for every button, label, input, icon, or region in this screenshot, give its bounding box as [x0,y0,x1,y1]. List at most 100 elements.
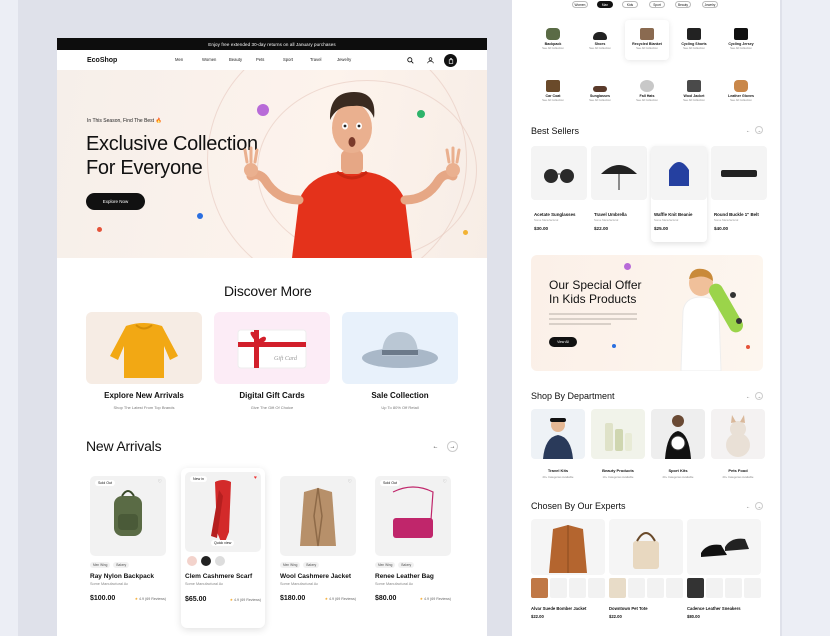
department-name: Sport Kits [668,468,688,473]
department-image [711,409,765,459]
thumbnail[interactable] [725,578,742,598]
product-card[interactable]: ♡ Men Wing Bakery Wool Cashmere Jacket So… [276,472,360,632]
thumbnail[interactable] [609,578,626,598]
category-tile[interactable]: Car Coat See All Collection [531,72,575,112]
product-card[interactable]: Sold Out ♡ Men Wing Bakery Renee Leather … [371,472,455,632]
department-card[interactable]: Travel Kits 20+ Categories Available [531,409,585,485]
thumbnail[interactable] [628,578,645,598]
category-tile[interactable]: Cycling Jersey See All Collection [719,20,763,60]
category-tile[interactable]: Wool Jacket See All Collection [672,72,716,112]
department-card[interactable]: Beauty Products 10+ Categories Available [591,409,645,485]
next-arrow-icon[interactable]: → [755,126,763,134]
color-swatch[interactable] [187,556,197,566]
user-icon[interactable] [424,55,436,67]
product-image: ♡ [280,476,356,556]
color-swatches [187,556,225,566]
cart-icon[interactable] [444,54,457,67]
filter-pill-jewelry[interactable]: Jewelry [702,1,718,8]
filter-pill-kids[interactable]: Kids [622,1,638,8]
next-arrow-icon[interactable]: → [447,441,458,452]
view-all-button[interactable]: View All [549,337,577,347]
category-link: See All Collection [730,98,752,102]
sale-collection-card[interactable] [342,312,458,384]
category-tile[interactable]: Leather Gloves See All Collection [719,72,763,112]
decor-dot [612,344,616,348]
category-tile[interactable]: Shoes See All Collection [578,20,622,60]
best-seller-card[interactable]: Round Buckle 1" Belt Some Manufactural $… [711,146,767,238]
category-tile[interactable]: Backpack See All Collection [531,20,575,60]
best-seller-card[interactable]: Travel Umbrella Some Manufactural $22.00 [591,146,647,238]
thumbnail[interactable] [550,578,567,598]
expert-pick-card[interactable]: Downtown Pet Tote $22.00 [609,519,683,629]
gift-card-text: Gift Card [274,355,298,362]
coat-icon [546,80,560,92]
next-arrow-icon[interactable]: → [755,502,763,510]
heart-icon[interactable]: ♡ [158,479,162,485]
heart-icon[interactable]: ♡ [443,479,447,485]
thumbnail[interactable] [531,578,548,598]
thumbnail[interactable] [666,578,683,598]
category-tile[interactable]: Fall Hats See All Collection [625,72,669,112]
product-tag: Bakery [303,562,320,568]
heart-icon[interactable]: ♡ [348,479,352,485]
expert-pick-card[interactable]: Cadence Leather Sneakers $80.00 [687,519,761,629]
expert-pick-card[interactable]: Alvar Suede Bomber Jacket $22.00 [531,519,605,629]
product-price: $25.00 [654,226,669,231]
category-link: See All Collection [730,46,752,50]
product-image: Sold Out ♡ [90,476,166,556]
thumbnail[interactable] [744,578,761,598]
nav-link-jewelry[interactable]: Jewelry [337,57,364,62]
filter-pill-women[interactable]: Women [572,1,588,8]
search-icon[interactable] [404,55,416,67]
product-image [531,519,605,575]
homepage-left-board: Enjoy free extended 30-day returns on al… [57,38,487,636]
product-price: $22.00 [594,226,609,231]
filter-pill-sport[interactable]: Sport [649,1,665,8]
nav-link-sport[interactable]: Sport [283,57,310,62]
product-name: Alvar Suede Bomber Jacket [531,606,587,611]
nav-link-travel[interactable]: Travel [310,57,337,62]
gift-cards-card[interactable]: Gift Card [214,312,330,384]
product-card[interactable]: New in ♥ Quick view Clem Cashmere Scarf … [181,468,265,628]
nav-link-men[interactable]: Men [175,57,202,62]
department-count: 20+ Categories Available [722,475,754,479]
category-tile[interactable]: Cycling Shorts See All Collection [672,20,716,60]
nav-link-women[interactable]: Women [202,57,229,62]
new-arrivals-card[interactable] [86,312,202,384]
best-seller-card[interactable]: Acetate Sunglasses Some Manufactural $30… [531,146,587,238]
product-brand: Some Manufactural [534,218,559,222]
new-arrivals-title: New Arrivals [86,438,162,454]
category-tile[interactable]: Sunglasses See All Collection [578,72,622,112]
product-card[interactable]: Sold Out ♡ Men Wing Bakery Ray Nylon Back… [86,472,170,632]
thumbnail[interactable] [706,578,723,598]
color-swatch[interactable] [215,556,225,566]
product-image [591,146,647,200]
prev-arrow-icon[interactable]: ← [430,441,441,452]
prev-arrow-icon[interactable]: ← [744,502,752,510]
product-brand: Some Manufactural [594,218,619,222]
explore-now-button[interactable]: Explore Now [86,193,145,210]
star-icon: ★ [134,597,139,601]
logo[interactable]: EcoShop [87,57,117,64]
thumbnail[interactable] [569,578,586,598]
filter-pill-man[interactable]: Man [597,1,613,8]
homepage-right-board: Women Man Kids Sport Beauty Jewelry Back… [512,0,780,636]
filter-pill-beauty[interactable]: Beauty [675,1,691,8]
decor-dot [197,213,203,219]
prev-arrow-icon[interactable]: ← [744,126,752,134]
next-arrow-icon[interactable]: → [755,392,763,400]
thumbnail[interactable] [588,578,605,598]
heart-icon[interactable]: ♥ [254,475,257,481]
color-swatch[interactable] [201,556,211,566]
department-card[interactable]: Sport Kits 20+ Categories Available [651,409,705,485]
thumbnail[interactable] [687,578,704,598]
department-card[interactable]: Pets Food 20+ Categories Available [711,409,765,485]
product-name: Acetate Sunglasses [534,212,576,217]
best-seller-card[interactable]: Waffle Knit Beanie Some Manufactural $25… [651,146,707,242]
nav-link-beauty[interactable]: Beauty [229,57,256,62]
quick-view-button[interactable]: Quick view [211,540,235,546]
thumbnail[interactable] [647,578,664,598]
prev-arrow-icon[interactable]: ← [744,392,752,400]
nav-link-pets[interactable]: Pets [256,57,283,62]
category-tile[interactable]: Recycled Blanket See All Collection [625,20,669,60]
